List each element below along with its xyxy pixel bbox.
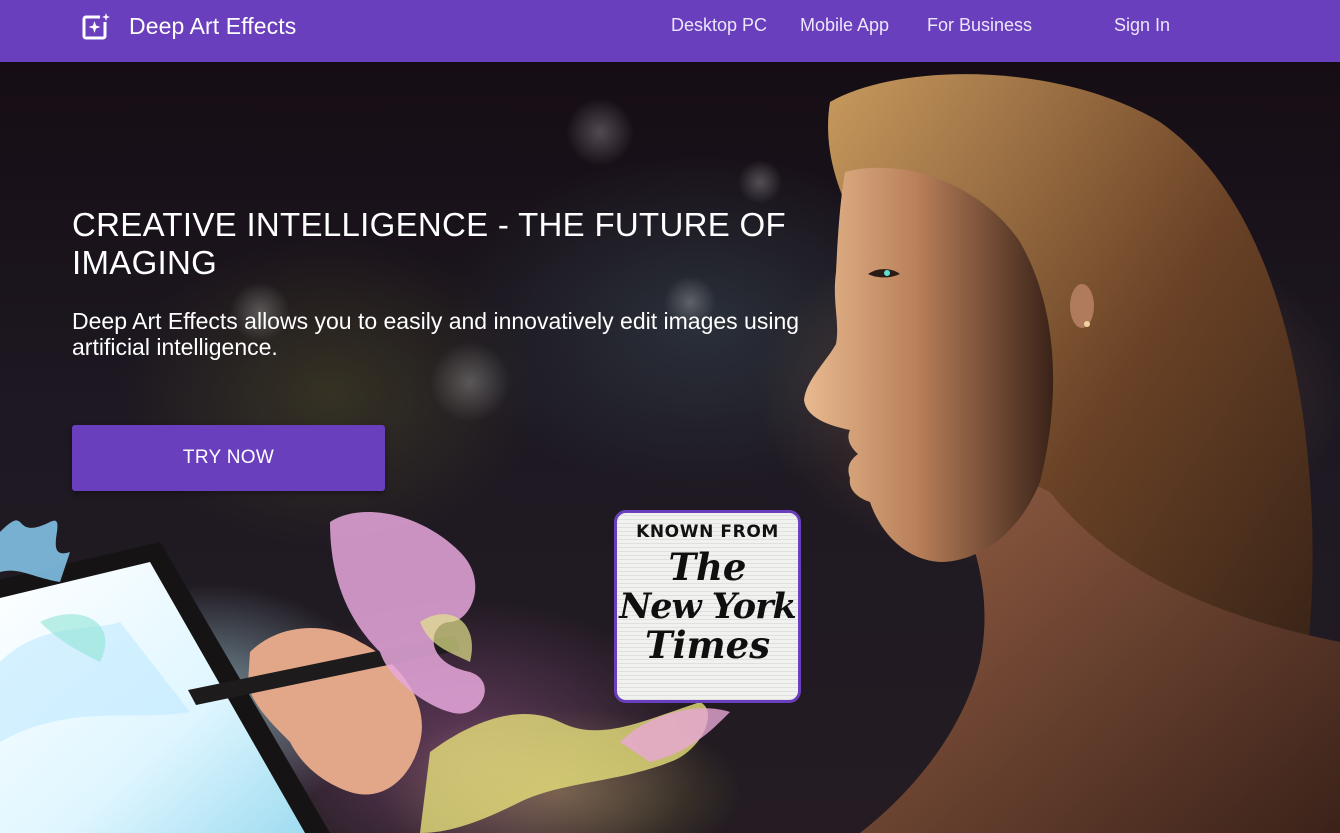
nav-link-for-business[interactable]: For Business — [927, 14, 1032, 36]
sign-in-link[interactable]: Sign In — [1114, 14, 1170, 36]
top-navbar: Deep Art Effects Desktop PC Mobile App F… — [0, 0, 1340, 62]
hero-subtitle: Deep Art Effects allows you to easily an… — [72, 308, 800, 360]
brand-logo-link[interactable]: Deep Art Effects — [82, 10, 296, 42]
masthead-line-3: Times — [644, 623, 771, 667]
hero-section: CREATIVE INTELLIGENCE - THE FUTURE OF IM… — [0, 62, 1340, 833]
press-badge-heading: KNOWN FROM — [636, 522, 779, 542]
masthead-line-2: New York — [619, 586, 797, 627]
press-badge-nyt[interactable]: KNOWN FROM The New York Times — [614, 510, 801, 703]
masthead-line-1: The — [668, 545, 747, 589]
nav-link-desktop-pc[interactable]: Desktop PC — [671, 14, 767, 36]
try-now-button[interactable]: TRY NOW — [72, 425, 385, 491]
sparkle-logo-icon — [82, 12, 111, 40]
brand-name: Deep Art Effects — [129, 12, 297, 39]
nyt-masthead-logo: The New York Times — [617, 548, 798, 665]
nav-link-mobile-app[interactable]: Mobile App — [800, 14, 889, 36]
hero-title: CREATIVE INTELLIGENCE - THE FUTURE OF IM… — [72, 206, 786, 281]
